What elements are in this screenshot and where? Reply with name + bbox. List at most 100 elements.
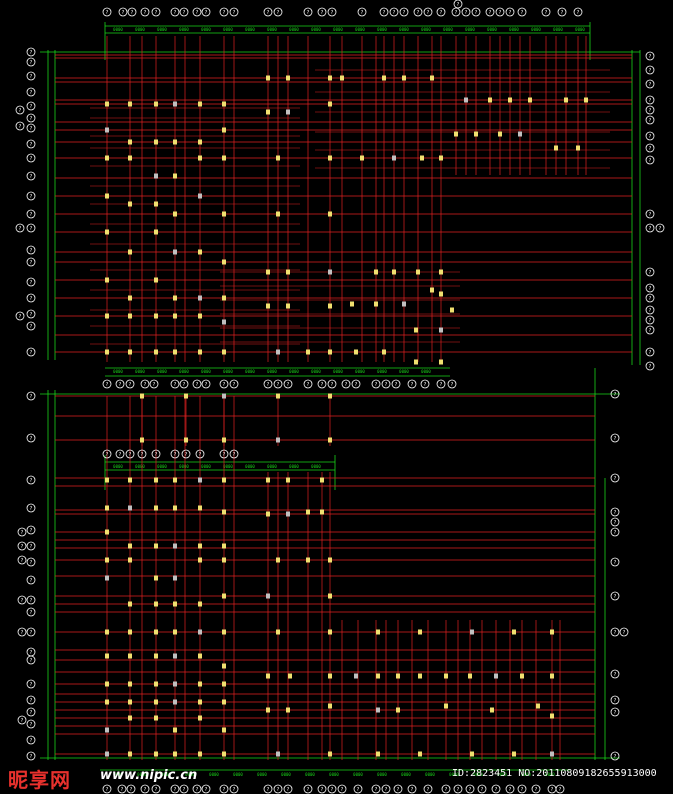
axis-bubble-label: ? — [267, 10, 270, 16]
structural-column — [536, 703, 540, 709]
structural-column — [128, 313, 132, 319]
axis-bubble-label: ? — [614, 392, 617, 398]
structural-column — [173, 211, 177, 217]
structural-column — [392, 155, 396, 161]
dimension-text: 0000 — [355, 27, 365, 32]
axis-bubble-label: ? — [649, 364, 652, 370]
dimension-text: 0000 — [113, 464, 123, 469]
dimension-text: 0000 — [305, 772, 315, 777]
cad-floor-plan-drawing: 0000 0000 0000 0000 0000 0000 0000 0000 0000 0000… — [0, 0, 673, 794]
structural-column — [198, 557, 202, 563]
structural-column — [154, 715, 158, 721]
axis-bubble-label: ? — [30, 630, 33, 636]
axis-bubble-label: ? — [30, 194, 33, 200]
axis-bubble-label: ? — [21, 630, 24, 636]
axis-bubble-label: ? — [614, 530, 617, 536]
structural-column — [266, 673, 270, 679]
axis-bubble-label: ? — [649, 286, 652, 292]
dimension-text: 0000 — [245, 369, 255, 374]
dimension-text: 0000 — [157, 464, 167, 469]
structural-column — [173, 727, 177, 733]
structural-column — [154, 277, 158, 283]
structural-column — [105, 575, 109, 581]
axis-bubble-label: ? — [30, 312, 33, 318]
axis-bubble-label: ? — [21, 530, 24, 536]
structural-column — [198, 715, 202, 721]
structural-column — [550, 713, 554, 719]
structural-column — [266, 707, 270, 713]
structural-column — [128, 601, 132, 607]
axis-bubble-label: ? — [614, 560, 617, 566]
dimension-text: 0000 — [399, 369, 409, 374]
axis-bubble-label: ? — [341, 787, 344, 793]
structural-column — [328, 751, 332, 757]
axis-bubble-label: ? — [144, 10, 147, 16]
dimension-text: 0000 — [223, 369, 233, 374]
structural-column — [382, 75, 386, 81]
axis-bubble-label: ? — [30, 226, 33, 232]
structural-column — [222, 211, 226, 217]
axis-bubble-label: ? — [417, 10, 420, 16]
structural-column — [464, 97, 468, 103]
structural-column — [222, 349, 226, 355]
structural-column — [396, 707, 400, 713]
axis-bubble-label: ? — [649, 134, 652, 140]
structural-column — [222, 699, 226, 705]
axis-bubble-label: ? — [545, 10, 548, 16]
axis-bubble-label: ? — [345, 382, 348, 388]
dimension-text: 0000 — [333, 369, 343, 374]
structural-column — [222, 629, 226, 635]
structural-column — [105, 727, 109, 733]
structural-column — [474, 131, 478, 137]
structural-column — [128, 629, 132, 635]
axis-bubble-label: ? — [521, 10, 524, 16]
structural-column — [198, 543, 202, 549]
dimension-text: 0000 — [281, 772, 291, 777]
axis-bubble-label: ? — [223, 10, 226, 16]
structural-column — [222, 477, 226, 483]
structural-column — [154, 629, 158, 635]
structural-column — [128, 543, 132, 549]
axis-bubble-label: ? — [30, 296, 33, 302]
structural-column — [105, 505, 109, 511]
axis-bubble-label: ? — [559, 787, 562, 793]
axis-bubble-label: ? — [411, 787, 414, 793]
structural-column — [439, 327, 443, 333]
axis-bubble-label: ? — [424, 382, 427, 388]
dimension-text: 0000 — [257, 772, 267, 777]
structural-column — [128, 681, 132, 687]
axis-bubble-label: ? — [19, 108, 22, 114]
axis-bubble-label: ? — [277, 10, 280, 16]
structural-column — [444, 673, 448, 679]
dimension-text: 0000 — [179, 369, 189, 374]
structural-column — [154, 575, 158, 581]
axis-bubble-label: ? — [649, 350, 652, 356]
axis-bubble-label: ? — [375, 382, 378, 388]
structural-column — [276, 349, 280, 355]
dimension-text: 0000 — [267, 369, 277, 374]
axis-bubble-label: ? — [361, 10, 364, 16]
axis-bubble-label: ? — [30, 738, 33, 744]
axis-bubble-label: ? — [183, 382, 186, 388]
axis-bubble-label: ? — [196, 382, 199, 388]
axis-bubble-label: ? — [287, 787, 290, 793]
structural-column — [340, 75, 344, 81]
structural-column — [402, 301, 406, 307]
dimension-text: 0000 — [245, 464, 255, 469]
structural-column — [128, 653, 132, 659]
structural-column — [128, 699, 132, 705]
axis-bubble-label: ? — [355, 382, 358, 388]
dimension-text: 0000 — [267, 464, 277, 469]
axis-bubble-label: ? — [121, 787, 124, 793]
structural-column — [286, 477, 290, 483]
axis-bubble-label: ? — [649, 226, 652, 232]
axis-bubble-label: ? — [561, 10, 564, 16]
dimension-text: 0000 — [401, 772, 411, 777]
axis-bubble-label: ? — [393, 10, 396, 16]
axis-bubble-label: ? — [155, 452, 158, 458]
axis-bubble-label: ? — [30, 260, 33, 266]
structural-column — [354, 673, 358, 679]
axis-bubble-label: ? — [331, 10, 334, 16]
axis-bubble-label: ? — [183, 10, 186, 16]
structural-column — [286, 269, 290, 275]
